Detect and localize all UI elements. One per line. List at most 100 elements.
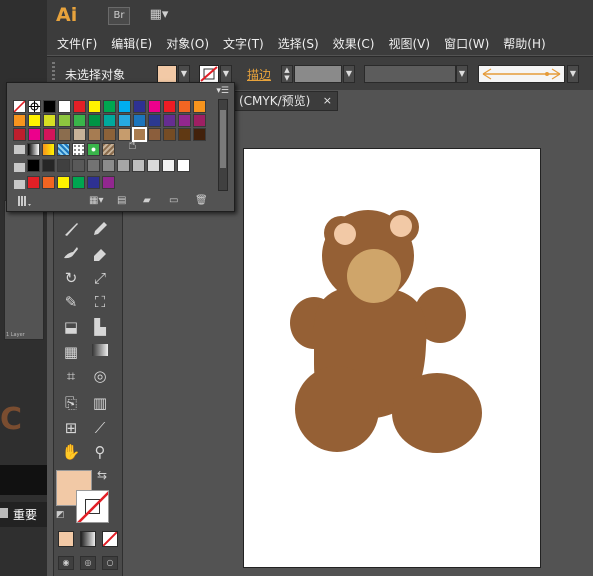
- stroke-weight-stepper[interactable]: ▲ ▼: [281, 65, 293, 83]
- menu-item-2[interactable]: 对象(O): [166, 35, 209, 52]
- swatch-r3-4[interactable]: [73, 128, 86, 141]
- color-mode-button[interactable]: [58, 531, 74, 547]
- zoom-tool-icon[interactable]: ⚲: [90, 442, 110, 462]
- close-tab-icon[interactable]: ×: [323, 92, 332, 110]
- bear-muzzle[interactable]: [347, 249, 401, 303]
- paintbrush-tool-icon[interactable]: [61, 219, 81, 239]
- orange-gradient-swatch[interactable]: [42, 143, 55, 156]
- swatch-r2-11[interactable]: [178, 114, 191, 127]
- swatch-r2-8[interactable]: [133, 114, 146, 127]
- column-graph-tool-icon[interactable]: ▥: [90, 393, 110, 413]
- artboard[interactable]: [243, 148, 541, 568]
- swatch-r2-10[interactable]: [163, 114, 176, 127]
- swatch-r2-12[interactable]: [193, 114, 206, 127]
- draw-normal-icon[interactable]: ◉: [58, 556, 74, 570]
- stroke-dropdown-icon[interactable]: ▼: [220, 65, 232, 83]
- swatch-gray-0[interactable]: [27, 159, 40, 172]
- swatch-gray-9[interactable]: [162, 159, 175, 172]
- stroke-weight-dropdown-icon[interactable]: ▼: [343, 65, 355, 83]
- blue-pattern-swatch[interactable]: [57, 143, 70, 156]
- swatch-r1-10[interactable]: [163, 100, 176, 113]
- swatch-r1-12[interactable]: [193, 100, 206, 113]
- swatch-r2-7[interactable]: [118, 114, 131, 127]
- swatch-gray-5[interactable]: [102, 159, 115, 172]
- swatch-bright-2[interactable]: [57, 176, 70, 189]
- swatch-r2-4[interactable]: [73, 114, 86, 127]
- shape-builder-tool-icon[interactable]: ⬓: [61, 317, 81, 337]
- fill-color-swatch[interactable]: [157, 65, 177, 83]
- swap-fill-stroke-icon[interactable]: ⇆: [97, 468, 107, 482]
- swatch-r2-2[interactable]: [43, 114, 56, 127]
- swatch-kind-icon[interactable]: ▦▾: [89, 195, 103, 206]
- green-pattern-swatch[interactable]: [87, 143, 100, 156]
- slice-tool-icon[interactable]: ⟋: [90, 418, 110, 438]
- swatch-gray-1[interactable]: [42, 159, 55, 172]
- draw-behind-icon[interactable]: ◎: [80, 556, 96, 570]
- artboard-tool-icon[interactable]: ⊞: [61, 418, 81, 438]
- swatch-r3-10[interactable]: [163, 128, 176, 141]
- eyedropper-tool-icon[interactable]: ⌗: [61, 366, 81, 386]
- brush-dropdown-icon[interactable]: ▼: [567, 65, 579, 83]
- default-fill-stroke-icon[interactable]: ◩: [56, 510, 65, 520]
- swatch-gray-4[interactable]: [87, 159, 100, 172]
- width-tool-icon[interactable]: ✎: [61, 292, 81, 312]
- scale-tool-icon[interactable]: ⤢: [90, 268, 110, 288]
- grays-group-folder-icon[interactable]: [14, 163, 25, 172]
- swatch-r1-8[interactable]: [133, 100, 146, 113]
- important-row[interactable]: 重要: [0, 502, 47, 527]
- blend-tool-icon[interactable]: ◎: [90, 366, 110, 386]
- swatch-bright-3[interactable]: [72, 176, 85, 189]
- swatch-options-icon[interactable]: ▤: [117, 195, 126, 206]
- graph-tool-icon[interactable]: ▙: [90, 317, 110, 337]
- swatch-gray-6[interactable]: [117, 159, 130, 172]
- none-mode-button[interactable]: [102, 531, 118, 547]
- swatch-r1-3[interactable]: [58, 100, 71, 113]
- swatch-r1-5[interactable]: [88, 100, 101, 113]
- swatch-r3-3[interactable]: [58, 128, 71, 141]
- right-leg[interactable]: [392, 373, 482, 453]
- teddy-bear-artwork[interactable]: [244, 149, 540, 567]
- swatch-gray-7[interactable]: [132, 159, 145, 172]
- arrange-documents-button[interactable]: ▦▾: [146, 7, 172, 25]
- swatch-r2-5[interactable]: [88, 114, 101, 127]
- rotate-tool-icon[interactable]: ↻: [61, 268, 81, 288]
- stroke-color-swatch[interactable]: [199, 65, 219, 83]
- swatch-bright-5[interactable]: [102, 176, 115, 189]
- swatch-bright-4[interactable]: [87, 176, 100, 189]
- swatch-r2-6[interactable]: [103, 114, 116, 127]
- delete-swatch-icon[interactable]: 🗑: [195, 195, 208, 206]
- swatch-r2-3[interactable]: [58, 114, 71, 127]
- new-color-group-icon[interactable]: ▰: [143, 195, 151, 206]
- swatch-gray-3[interactable]: [72, 159, 85, 172]
- free-transform-tool-icon[interactable]: ⛶: [90, 292, 110, 312]
- black-white-gradient-swatch[interactable]: [27, 143, 40, 156]
- menu-item-8[interactable]: 帮助(H): [503, 35, 545, 52]
- swatch-r2-0[interactable]: [13, 114, 26, 127]
- symbol-sprayer-tool-icon[interactable]: ⎘: [61, 393, 81, 413]
- swatch-r3-9[interactable]: [148, 128, 161, 141]
- swatch-r1-1[interactable]: [28, 100, 41, 113]
- swatch-gray-10[interactable]: [177, 159, 190, 172]
- layers-panel[interactable]: [4, 200, 44, 340]
- mesh-tool-icon[interactable]: ▦: [61, 342, 81, 362]
- menu-item-1[interactable]: 编辑(E): [111, 35, 152, 52]
- eraser-tool-icon[interactable]: [90, 243, 110, 263]
- left-leg[interactable]: [295, 366, 379, 452]
- swatch-scrollbar[interactable]: [218, 99, 228, 191]
- menu-item-4[interactable]: 选择(S): [278, 35, 319, 52]
- swatch-r1-7[interactable]: [118, 100, 131, 113]
- panel-menu-icon[interactable]: ▾☰: [216, 86, 229, 96]
- swatch-r3-2[interactable]: [43, 128, 56, 141]
- swatch-r1-2[interactable]: [43, 100, 56, 113]
- blob-brush-tool-icon[interactable]: [61, 243, 81, 263]
- document-tab[interactable]: (CMYK/预览) ×: [234, 91, 338, 111]
- swatch-gray-8[interactable]: [147, 159, 160, 172]
- pencil-tool-icon[interactable]: [90, 219, 110, 239]
- stroke-color-box[interactable]: [76, 490, 109, 523]
- draw-inside-icon[interactable]: ○: [102, 556, 118, 570]
- swatch-r1-11[interactable]: [178, 100, 191, 113]
- swatch-r1-9[interactable]: [148, 100, 161, 113]
- menu-item-7[interactable]: 窗口(W): [444, 35, 489, 52]
- swatch-r3-12[interactable]: [193, 128, 206, 141]
- stroke-label[interactable]: 描边: [247, 66, 271, 83]
